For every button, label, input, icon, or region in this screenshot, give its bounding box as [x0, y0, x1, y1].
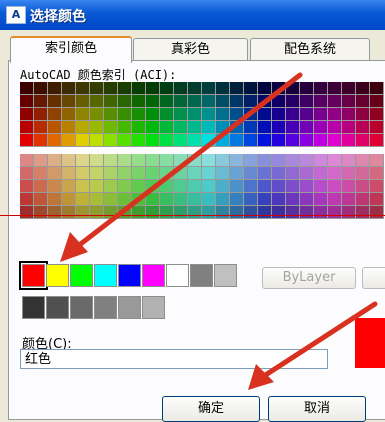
tab-index-color[interactable]: 索引颜色	[10, 36, 132, 63]
annotation-arrow-to-ok	[248, 301, 378, 390]
annotation-arrow-to-red	[60, 72, 303, 262]
